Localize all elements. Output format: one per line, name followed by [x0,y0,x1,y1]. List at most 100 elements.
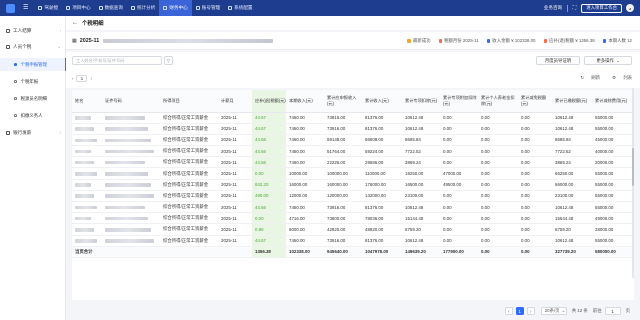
table-cell: 0.00 [518,145,552,158]
stat-label: 本期人数 12 [608,38,632,43]
nav-item-data-query[interactable]: 数据查询 [95,0,127,16]
main-content: ← 个税明细 ▦ 2025-11 最新成功 税额月份 2025-11 收入金额 … [66,16,640,320]
enter-project-workspace-button[interactable]: 进入项目工作台 [581,3,622,13]
list-settings-button[interactable]: ⚙ 列表 [606,75,632,81]
mini-page-number[interactable]: 1 [76,74,88,82]
total-cell: 0.00 [478,245,518,258]
table-row[interactable]: 综合所得/正常工资薪金 2025-11 44.67 7460.00 73916.00 81… [72,235,634,247]
table-row[interactable]: 综合所得/正常工资薪金 2025-11 44.67 7460.00 73916.00 81… [72,112,634,124]
stat-item: 税额月份 2025-11 [438,38,479,44]
redacted-text [75,160,94,165]
redacted-text [105,138,151,143]
nav-item-label: 账号管理 [201,5,221,10]
table-cell: 8685.84 [402,134,440,147]
period-summary-bar: ▦ 2025-11 最新成功 税额月份 2025-11 收入金额 ¥ 10233… [66,32,640,50]
next-page-icon[interactable]: › [90,76,91,81]
sidebar-group-personal-tax[interactable]: 人员个税 ⌄ [0,40,66,53]
table-cell: 综合所得/正常工资薪金 [160,201,218,214]
column-header: 累计减除费用(元) [592,90,630,113]
search-input[interactable]: 工人姓名/手机号/证件号码 [72,56,162,65]
table-cell: 55000.00 [592,179,630,191]
sidebar-item-label: 税源员名明细 [20,95,47,101]
table-cell: 2025-11 [218,156,252,169]
table-cell: 2025-11 [218,190,252,203]
table-cell: 综合所得/正常工资薪金 [160,179,218,191]
total-cell: 580000.00 [592,245,630,258]
table-row[interactable]: 综合所得/正常工资薪金 2025-11 44.66 7460.00 22226.00 29… [72,156,634,169]
bullet-icon [14,114,17,117]
table-cell: 2025-11 [218,235,252,247]
table-row[interactable]: 综合所得/正常工资薪金 2025-11 44.66 7460.00 73916.00 81… [72,201,634,214]
sidebar-item-label: 个税申报管理 [20,61,47,67]
bullet-icon [14,63,17,66]
nav-item-accounts[interactable]: 账号管理 [192,0,224,16]
more-actions-button[interactable]: 更多操作 ⌄ [584,56,632,65]
table-row[interactable]: 综合所得/正常工资薪金 2025-11 0.00 4716.00 73800.00 780… [72,212,634,225]
vertical-scrollbar[interactable] [632,88,634,278]
redacted-text [105,116,145,120]
nav-item-statistics[interactable]: 统计分析 [127,0,159,16]
page-size-select[interactable]: 20条/页 ⌄ [540,307,567,315]
user-avatar[interactable]: ◕ [626,4,634,12]
fullscreen-icon[interactable]: ⛶ [573,5,577,11]
redacted-name-cell [72,212,102,225]
table-cell: 2025-11 [218,145,252,158]
back-arrow-icon[interactable]: ← [72,20,78,26]
goto-page-input[interactable]: 1 [604,307,621,315]
page-number-button[interactable]: 1 [515,307,524,315]
column-header: 累计已缴税额(元) [552,90,592,113]
sidebar-group-worker-settlement[interactable]: 工人结算 › [0,24,66,37]
redacted-text [75,138,97,143]
redacted-name-cell [72,201,102,214]
tax-icon [6,44,10,49]
table-cell: 66000.00 [552,179,592,191]
table-cell: 842.20 [252,179,286,191]
refresh-button[interactable]: ↻ 刷新 [574,75,600,81]
column-header: 所得项目 [160,90,218,113]
sidebar-item-withholding-agent[interactable]: 扣缴义务人 [0,109,66,122]
nav-item-dashboard[interactable]: 驾驶舱 [34,0,62,16]
consult-link[interactable]: 业务咨询 [544,5,562,11]
nav-item-projects[interactable]: 项目中心 [62,0,94,16]
bullet-icon [14,80,17,83]
redacted-id-cell [102,212,160,225]
table-cell: 16000.00 [286,179,324,191]
redacted-name-cell [72,145,102,158]
prev-page-icon[interactable]: ‹ [72,76,73,81]
sidebar-item-tax-declaration[interactable]: 个税申报管理 [0,58,66,71]
sidebar-item-annual-tax[interactable]: 个税年报 [0,75,66,88]
table-row[interactable]: 综合所得/正常工资薪金 2025-11 0.00 10000.00 100000.00 1… [72,167,634,180]
total-cell [218,245,252,258]
pagination: ‹ 1 › 20条/页 ⌄ 共 12 条 前往 1 页 [66,302,640,320]
table-cell: 42920.00 [324,223,362,236]
table-row[interactable]: 综合所得/正常工资薪金 2025-11 842.20 16000.00 160000.0… [72,179,634,191]
sidebar-item-tax-source-detail[interactable]: 税源员名明细 [0,92,66,105]
nav-item-label: 财务中心 [169,5,188,10]
table-row[interactable]: 综合所得/正常工资薪金 2025-11 44.66 7460.00 51764.00 59… [72,145,634,158]
table-row[interactable]: 综合所得/正常工资薪金 2025-11 44.66 7460.00 59148.00 66… [72,134,634,147]
table-cell: 10000.00 [286,167,324,180]
redacted-text [75,216,91,221]
table-cell: 10612.48 [402,201,440,214]
sidebar-group-bank-payroll[interactable]: 银行发薪 › [0,126,66,139]
refresh-icon: ↻ [580,75,584,80]
table-row[interactable]: 综合所得/正常工资薪金 2025-11 490.00 12000.00 120000.0… [72,190,634,203]
nav-item-finance[interactable]: 财务中心 [159,0,192,16]
nav-item-system-config[interactable]: 系统配置 [224,0,256,16]
filter-icon[interactable]: ▽ [164,56,173,65]
prev-page-button[interactable]: ‹ [504,307,513,315]
menu-toggle-icon[interactable]: ☰ [23,5,28,11]
scrollbar-thumb[interactable] [632,148,634,186]
table-cell: 44.67 [252,112,286,124]
export-proof-button[interactable]: 月度员导证明 [536,56,580,65]
chevron-down-icon: ⌄ [561,308,566,313]
statistics-icon [130,6,135,10]
app-logo [6,3,15,13]
table-cell: 0.00 [518,167,552,180]
next-page-button[interactable]: › [526,307,535,315]
mini-pager: ‹ 1 › [72,74,92,82]
table-cell: 55000.00 [592,167,630,180]
table-row[interactable]: 综合所得/正常工资薪金 2025-11 44.67 7460.00 73916.00 81… [72,123,634,135]
table-cell: 44.66 [252,156,286,169]
table-row[interactable]: 综合所得/正常工资薪金 2025-11 0.86 6000.00 42920.00 489… [72,223,634,236]
